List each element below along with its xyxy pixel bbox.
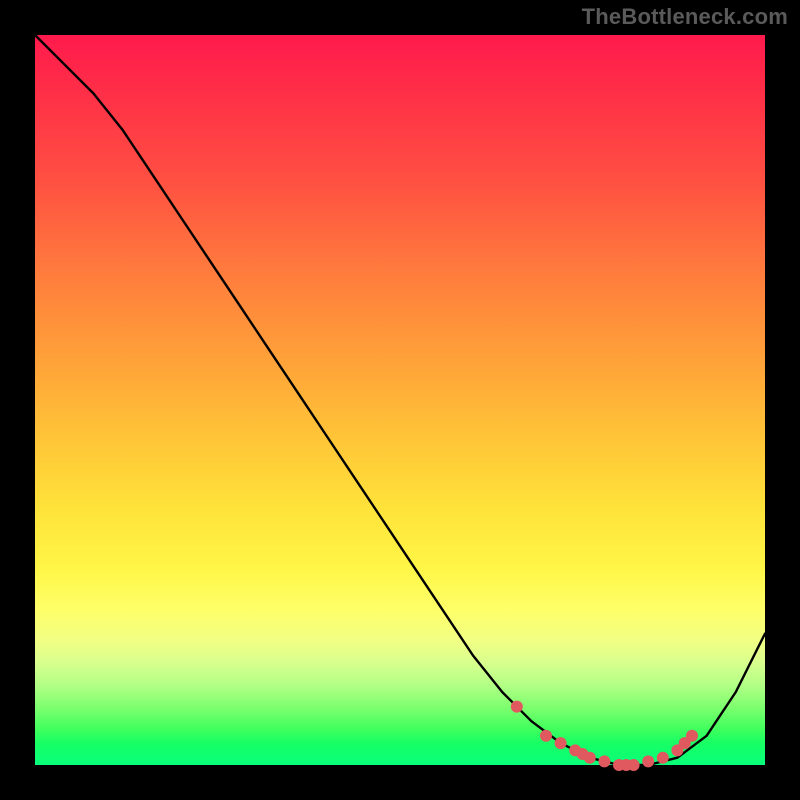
highlight-marker [555,737,567,749]
highlight-marker [642,755,654,767]
watermark-text: TheBottleneck.com [582,4,788,30]
chart-frame: TheBottleneck.com [0,0,800,800]
highlight-marker [584,752,596,764]
highlight-marker [540,730,552,742]
highlight-marker [628,759,640,771]
highlight-marker [511,701,523,713]
highlight-marker [657,752,669,764]
curve-layer [35,35,765,765]
bottleneck-curve-path [35,35,765,765]
highlight-marker [598,755,610,767]
highlight-marker [686,730,698,742]
